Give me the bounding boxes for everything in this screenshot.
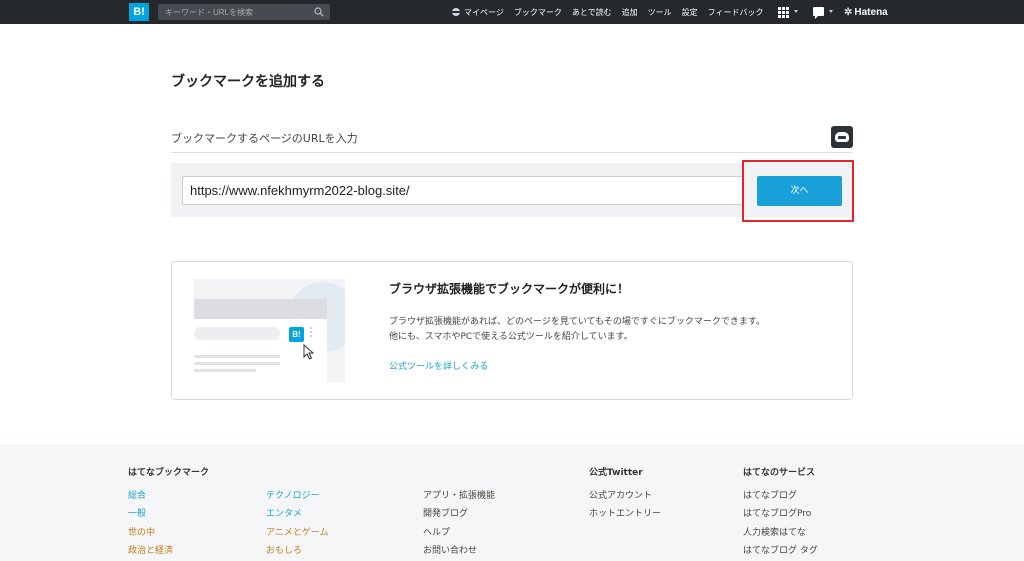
footer-link[interactable]: ホットエントリー [589,506,661,519]
footer-link[interactable]: 開発ブログ [423,506,468,519]
search-box [158,4,330,20]
chevron-down-icon[interactable] [829,10,833,13]
footer-link[interactable]: 公式アカウント [589,488,652,501]
footer-link[interactable]: はてなブログ [743,488,797,501]
footer-col-title: はてなブックマーク [128,468,210,478]
footer-link[interactable]: アプリ・拡張機能 [423,488,495,501]
footer-link[interactable]: ヘルプ [423,525,450,538]
more-icon [310,327,312,339]
url-label: ブックマークするページのURLを入力 [171,132,358,145]
footer-link[interactable]: はてなブログ タグ [743,543,818,556]
nav-read-later[interactable]: あとで読む [572,7,612,18]
url-input[interactable] [182,176,744,205]
nav-add[interactable]: 追加 [622,7,638,18]
footer-link[interactable]: 政治と経済 [128,543,173,556]
nav-feedback[interactable]: フィードバック [708,7,764,18]
apps-grid-icon[interactable] [778,7,789,18]
nav-settings[interactable]: 設定 [682,7,698,18]
chevron-down-icon[interactable] [794,10,798,13]
footer-link[interactable]: はてなブログPro [743,506,811,519]
top-navbar: B! マイページ ブックマーク あとで読む 追加 ツール 設定 フィードバック … [0,0,1024,24]
footer-link[interactable]: お問い合わせ [423,543,477,556]
footer-link[interactable]: 一般 [128,506,146,519]
footer-col-title: 公式Twitter [589,468,643,478]
bookmark-logo-icon: B! [289,327,304,342]
nav-mypage-label: マイページ [464,7,504,17]
nav-bookmark[interactable]: ブックマーク [514,7,562,18]
promo-text: 他にも、スマホやPCで使える公式ツールを紹介しています。 [389,332,633,342]
search-input[interactable] [158,4,308,20]
browser-illustration: B! [194,279,345,382]
official-tools-link[interactable]: 公式ツールを詳しくみる [389,359,488,372]
footer-link[interactable]: 総合 [128,488,146,501]
nav-tools[interactable]: ツール [648,7,672,18]
footer-link[interactable]: おもしろ [266,543,302,556]
notification-icon[interactable] [813,7,824,19]
hatena-brand[interactable]: ✲ Hatena [844,0,888,24]
footer-link[interactable]: テクノロジー [266,488,319,501]
promo-text: ブラウザ拡張機能があれば、どのページを見ていてもその場ですぐにブックマークできま… [389,317,766,327]
bot-icon[interactable] [831,126,853,148]
promo-title: ブラウザ拡張機能でブックマークが便利に！ [389,282,630,296]
footer-link[interactable]: 世の中 [128,525,155,538]
cursor-icon [303,344,315,360]
user-icon [452,8,460,16]
footer-link[interactable]: アニメとゲーム [266,525,329,538]
hatena-star-icon: ✲ [844,6,853,18]
main-nav: マイページ ブックマーク あとで読む 追加 ツール 設定 フィードバック [452,0,773,24]
footer-link[interactable]: エンタメ [266,506,302,519]
next-button[interactable]: 次へ [757,176,842,206]
footer-link[interactable]: 人力検索はてな [743,525,806,538]
nav-mypage[interactable]: マイページ [452,7,504,18]
page-title: ブックマークを追加する [171,74,325,90]
footer-col-title: はてなのサービス [743,468,816,478]
divider [171,152,853,153]
hatena-brand-label: Hatena [854,6,888,18]
search-icon[interactable] [314,7,324,17]
hatena-bookmark-logo[interactable]: B! [129,3,149,21]
